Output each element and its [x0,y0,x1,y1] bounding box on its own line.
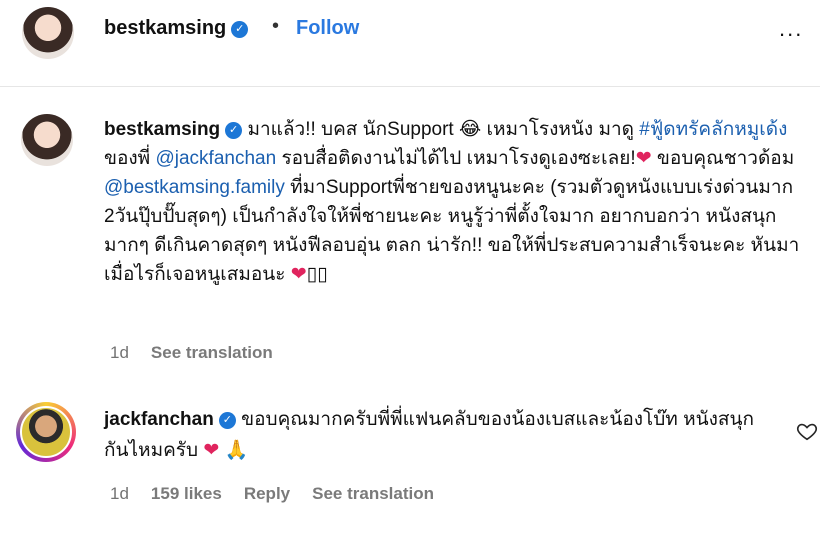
header-avatar[interactable] [22,7,74,59]
comment-avatar-photo [20,406,72,458]
more-options-icon[interactable]: ... [779,16,803,42]
comment-see-translation-button[interactable]: See translation [312,484,434,503]
hashtag-link[interactable]: #ฟู้ดทรัคลักหมูเด้ง [639,119,787,140]
post-header: bestkamsing ✓ • Follow ... [0,0,820,87]
mention-jackfanchan-link[interactable]: @jackfanchan [155,148,276,169]
caption-time[interactable]: 1d [110,343,129,362]
comment-time[interactable]: 1d [110,484,129,503]
comment-avatar[interactable] [16,402,76,462]
comment-likes[interactable]: 159 likes [151,484,222,503]
see-translation-button[interactable]: See translation [151,343,273,362]
verified-badge-icon: ✓ [225,122,243,139]
heart-emoji-icon: ❤ [203,439,220,461]
caption-text-e: ขอบคุณชาวด้อม [656,148,795,169]
header-username[interactable]: bestkamsing ✓ [104,17,249,40]
reply-button[interactable]: Reply [244,484,290,503]
caption-text-a: มาแล้ว!! บคส นักSupport [247,119,454,140]
laughing-emoji-icon: 😂 [459,118,482,140]
verified-badge-icon: ✓ [231,21,249,38]
like-heart-icon[interactable] [796,420,818,442]
heart-emoji-icon: ❤ [290,263,307,285]
caption-username[interactable]: bestkamsing [104,119,220,140]
pray-emoji-icon: 🙏 [224,439,249,461]
caption-text: bestkamsing ✓ มาแล้ว!! บคส นักSupport 😂 เ… [104,115,804,289]
caption-text-d: รอบสื่อติดงานไม่ได้ไป เหมาโรงดูเองซะเลย! [281,148,636,169]
caption-text-c: ของพี่ [104,148,151,169]
caption-text-b: เหมาโรงหนัง มาดู [486,119,634,140]
caption-meta: 1d See translation [110,343,295,363]
header-username-text[interactable]: bestkamsing [104,17,226,39]
comment-username[interactable]: jackfanchan [104,409,214,430]
caption-avatar[interactable] [21,114,73,166]
follow-button[interactable]: Follow [296,17,359,40]
mention-family-link[interactable]: @bestkamsing.family [104,177,285,198]
header-separator: • [272,15,280,37]
comment-text: jackfanchan ✓ ขอบคุณมากครับพี่พี่แฟนคลับข… [104,405,774,466]
caption-trailing-glyphs: ▯▯ [306,264,328,285]
comment-meta: 1d 159 likes Reply See translation [110,484,456,504]
heart-emoji-icon: ❤ [635,147,652,169]
verified-badge-icon: ✓ [218,412,236,429]
